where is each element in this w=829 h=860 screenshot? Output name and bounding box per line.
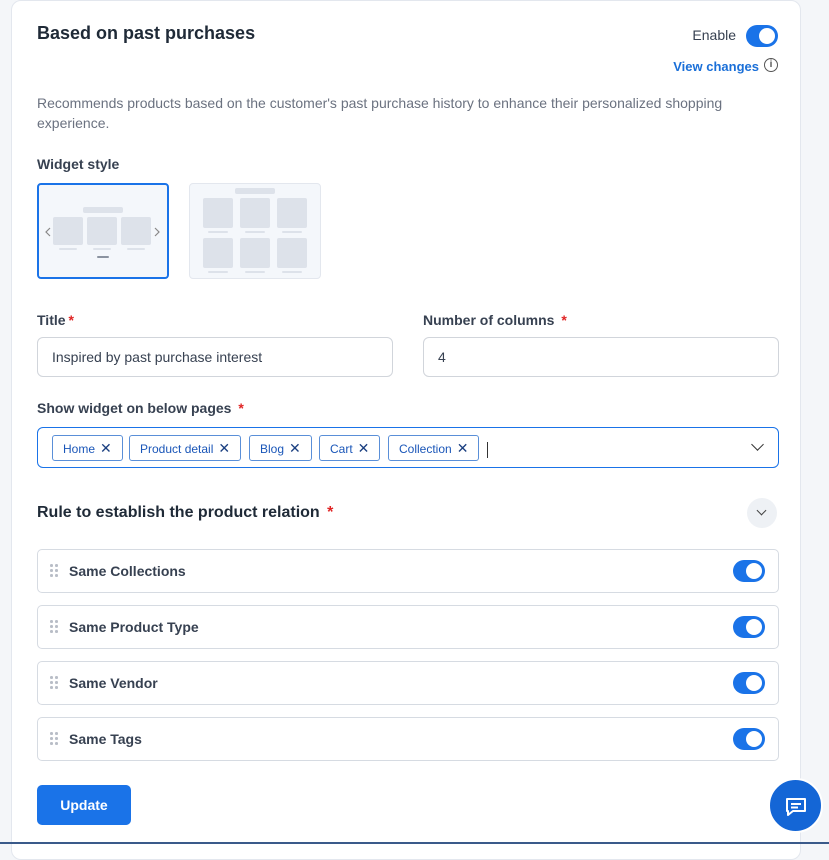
- columns-input[interactable]: [423, 337, 779, 377]
- required-mark: *: [561, 312, 567, 328]
- card-description: Recommends products based on the custome…: [37, 95, 723, 131]
- preview-card-placeholder: [53, 217, 83, 245]
- remove-tag-icon[interactable]: ✕: [100, 440, 112, 456]
- enable-toggle[interactable]: [746, 25, 778, 47]
- preview-line-placeholder: [282, 271, 302, 273]
- preview-line-placeholder: [59, 248, 77, 250]
- recommendation-card: Based on past purchases Enable View chan…: [11, 0, 801, 860]
- rule-toggle-same-product-type[interactable]: [733, 616, 765, 638]
- preview-card-placeholder: [277, 238, 307, 268]
- remove-tag-icon[interactable]: ✕: [358, 440, 370, 456]
- page-tag-cart: Cart ✕: [319, 435, 381, 461]
- rule-row-same-tags: Same Tags: [37, 717, 779, 761]
- tag-label: Collection: [399, 442, 452, 456]
- preview-line-placeholder: [282, 231, 302, 233]
- widget-style-grid-option[interactable]: [189, 183, 321, 279]
- rule-row-same-product-type: Same Product Type: [37, 605, 779, 649]
- preview-card-placeholder: [121, 217, 151, 245]
- card-title: Based on past purchases: [37, 23, 256, 43]
- preview-title-placeholder: [235, 188, 275, 194]
- update-button[interactable]: Update: [37, 785, 131, 825]
- rule-toggle-same-collections[interactable]: [733, 560, 765, 582]
- widget-style-carousel-option[interactable]: [37, 183, 169, 279]
- pages-label-text: Show widget on below pages: [37, 400, 232, 416]
- remove-tag-icon[interactable]: ✕: [218, 440, 230, 456]
- rules-section-label: Rule to establish the product relation *: [37, 504, 333, 522]
- preview-line-placeholder: [127, 248, 145, 250]
- tag-label: Cart: [330, 442, 353, 456]
- chat-launcher-button[interactable]: [768, 778, 823, 833]
- page-tag-collection: Collection ✕: [388, 435, 480, 461]
- preview-line-placeholder: [245, 271, 265, 273]
- rule-label: Same Product Type: [69, 619, 199, 635]
- remove-tag-icon[interactable]: ✕: [457, 440, 469, 456]
- preview-line-placeholder: [208, 271, 228, 273]
- tag-label: Product detail: [140, 442, 214, 456]
- rules-collapse-button[interactable]: [747, 498, 777, 528]
- drag-handle-icon[interactable]: [50, 564, 58, 578]
- drag-handle-icon[interactable]: [50, 732, 58, 746]
- remove-tag-icon[interactable]: ✕: [289, 440, 301, 456]
- preview-card-placeholder: [203, 238, 233, 268]
- columns-field-label: Number of columns *: [423, 312, 567, 328]
- rule-label: Same Collections: [69, 563, 186, 579]
- page-tag-home: Home ✕: [52, 435, 123, 461]
- required-mark: *: [238, 400, 244, 416]
- preview-card-placeholder: [277, 198, 307, 228]
- page-tag-blog: Blog ✕: [249, 435, 312, 461]
- title-input[interactable]: [37, 337, 393, 377]
- required-mark: *: [68, 312, 74, 328]
- widget-style-label: Widget style: [37, 156, 120, 172]
- chevron-right-icon: [154, 227, 160, 237]
- preview-line-placeholder: [245, 231, 265, 233]
- preview-card-placeholder: [240, 198, 270, 228]
- tag-label: Blog: [260, 442, 285, 456]
- rule-row-same-vendor: Same Vendor: [37, 661, 779, 705]
- tag-label: Home: [63, 442, 96, 456]
- title-field-label: Title *: [37, 312, 74, 328]
- pages-multiselect[interactable]: Home ✕ Product detail ✕ Blog ✕ Cart ✕ Collec…: [37, 427, 779, 468]
- preview-card-placeholder: [87, 217, 117, 245]
- preview-title-placeholder: [83, 207, 123, 213]
- view-changes-link[interactable]: View changes: [673, 59, 759, 74]
- page-tag-product-detail: Product detail ✕: [129, 435, 242, 461]
- rule-toggle-same-tags[interactable]: [733, 728, 765, 750]
- chevron-down-icon[interactable]: [751, 438, 764, 451]
- rule-toggle-same-vendor[interactable]: [733, 672, 765, 694]
- rule-label: Same Vendor: [69, 675, 158, 691]
- rule-row-same-collections: Same Collections: [37, 549, 779, 593]
- info-icon[interactable]: i: [764, 58, 778, 72]
- chat-icon: [786, 798, 806, 816]
- preview-dots-placeholder: [97, 256, 109, 258]
- title-label-text: Title: [37, 312, 66, 328]
- preview-line-placeholder: [93, 248, 111, 250]
- columns-label-text: Number of columns: [423, 312, 555, 328]
- rule-label: Same Tags: [69, 731, 142, 747]
- preview-line-placeholder: [208, 231, 228, 233]
- drag-handle-icon[interactable]: [50, 676, 58, 690]
- preview-card-placeholder: [240, 238, 270, 268]
- text-caret: [487, 442, 488, 458]
- chevron-left-icon: [45, 227, 51, 237]
- preview-card-placeholder: [203, 198, 233, 228]
- required-mark: *: [327, 504, 334, 521]
- enable-label: Enable: [692, 27, 736, 43]
- drag-handle-icon[interactable]: [50, 620, 58, 634]
- pages-field-label: Show widget on below pages *: [37, 400, 244, 416]
- rules-label-text: Rule to establish the product relation: [37, 504, 320, 521]
